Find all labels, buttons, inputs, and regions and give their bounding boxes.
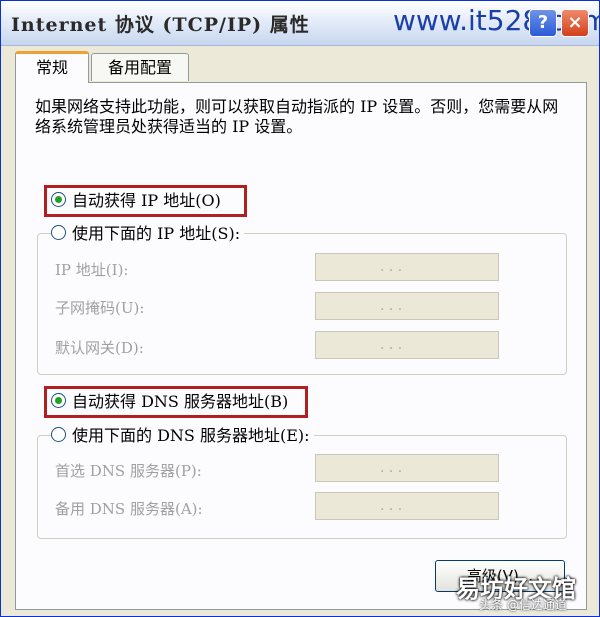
tab-general[interactable]: 常规 [15, 51, 89, 83]
radio-auto-ip-label: 自动获得 IP 地址(O) [72, 191, 221, 210]
radio-manual-ip[interactable]: 使用下面的 IP 地址(S): [51, 222, 245, 246]
preferred-dns-label: 首选 DNS 服务器(P): [55, 462, 202, 480]
help-button[interactable]: ? [529, 9, 557, 37]
preferred-dns-field[interactable]: . . . [315, 454, 499, 482]
radio-manual-dns-label: 使用下面的 DNS 服务器地址(E): [72, 426, 310, 445]
radio-auto-ip[interactable]: 自动获得 IP 地址(O) [51, 189, 221, 213]
default-gateway-label: 默认网关(D): [55, 339, 144, 357]
radio-manual-ip-label: 使用下面的 IP 地址(S): [72, 224, 241, 243]
ip-address-label: IP 地址(I): [55, 261, 129, 279]
tab-alternate-config[interactable]: 备用配置 [91, 53, 189, 81]
preferred-dns-dots: . . . [380, 460, 403, 476]
default-gateway-dots: . . . [380, 337, 403, 353]
description-text: 如果网络支持此功能，则可以获取自动指派的 IP 设置。否则，您需要从网络系统管理… [35, 97, 559, 136]
radio-auto-ip-indicator[interactable] [51, 192, 66, 207]
title-bar: Internet 协议 (TCP/IP) 属性 www.it528.com ? … [1, 1, 600, 46]
radio-auto-dns-indicator[interactable] [51, 393, 66, 408]
radio-manual-ip-indicator[interactable] [51, 225, 66, 240]
subnet-mask-label: 子网掩码(U): [55, 299, 145, 317]
alternate-dns-dots: . . . [380, 498, 403, 514]
dialog-title: Internet 协议 (TCP/IP) 属性 [11, 14, 310, 36]
ip-address-dots: . . . [380, 259, 403, 275]
tcpip-properties-dialog: Internet 协议 (TCP/IP) 属性 www.it528.com ? … [0, 0, 600, 617]
radio-auto-dns-label: 自动获得 DNS 服务器地址(B) [72, 392, 289, 411]
alternate-dns-field[interactable]: . . . [315, 492, 499, 520]
default-gateway-field[interactable]: . . . [315, 331, 499, 359]
ip-address-field[interactable]: . . . [315, 253, 499, 281]
subnet-mask-dots: . . . [380, 298, 403, 314]
radio-auto-dns[interactable]: 自动获得 DNS 服务器地址(B) [51, 390, 288, 414]
alternate-dns-label: 备用 DNS 服务器(A): [55, 500, 203, 518]
dns-manual-group [37, 435, 567, 539]
radio-manual-dns[interactable]: 使用下面的 DNS 服务器地址(E): [51, 424, 314, 448]
watermark-sub: 头条 @信达通道 [479, 598, 567, 612]
close-button[interactable]: × [561, 9, 589, 37]
subnet-mask-field[interactable]: . . . [315, 292, 499, 320]
radio-manual-dns-indicator[interactable] [51, 427, 66, 442]
